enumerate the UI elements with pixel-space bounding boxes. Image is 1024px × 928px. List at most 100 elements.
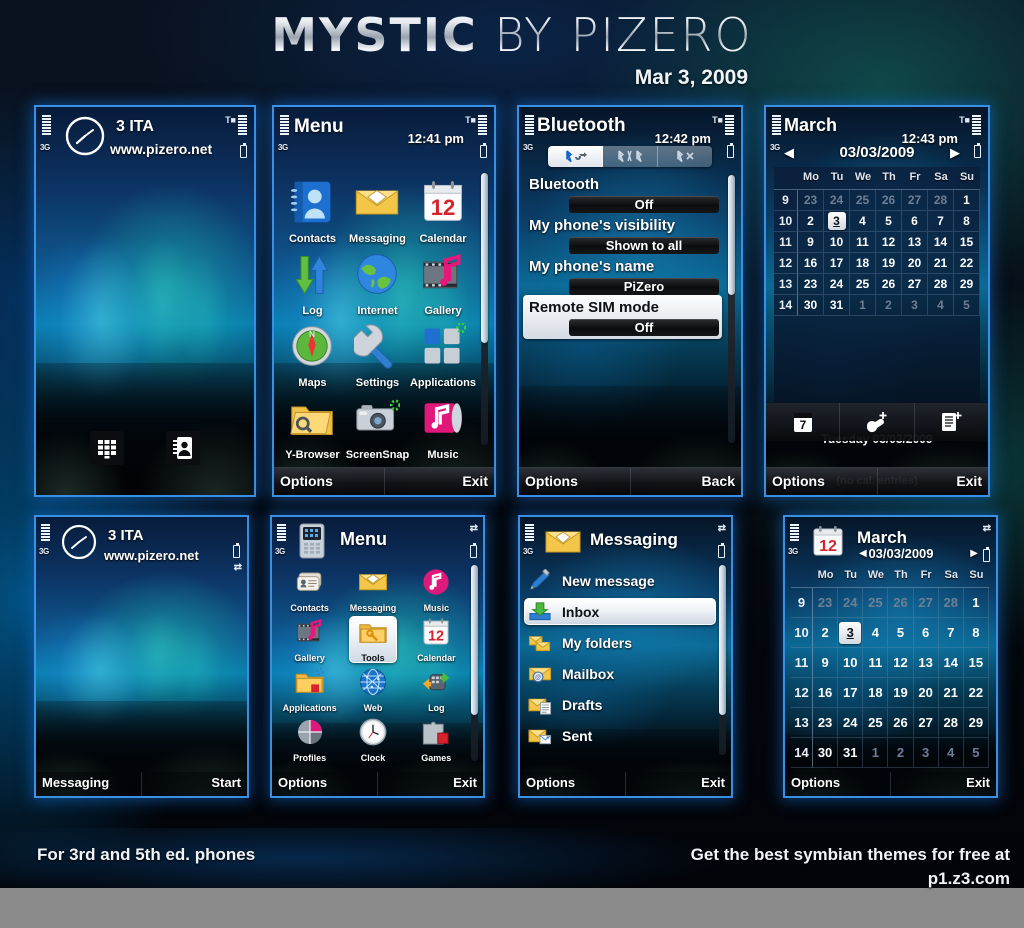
calendar-day[interactable]: 4 (850, 211, 876, 232)
menu-item-gallery[interactable]: Gallery (410, 247, 476, 319)
menu-item-messaging[interactable]: Messaging (341, 565, 404, 615)
calendar-day[interactable]: 20 (913, 678, 939, 708)
bluetooth-row-value[interactable]: Off (569, 196, 719, 213)
calendar-day[interactable]: 19 (888, 678, 914, 708)
calendar-day[interactable]: 4 (938, 738, 964, 768)
menu-item-profiles[interactable]: Profiles (278, 715, 341, 765)
calendar-day[interactable]: 27 (913, 708, 939, 738)
calendar-day[interactable]: 5 (954, 295, 980, 316)
calendar-day[interactable]: 2 (798, 211, 824, 232)
menu-item-contacts[interactable]: Contacts (278, 565, 341, 615)
calendar-toolbar[interactable]: 7 (766, 403, 988, 441)
menu-item-internet[interactable]: Internet (345, 247, 410, 319)
calendar-day[interactable]: 14 (938, 648, 964, 678)
softkey-left[interactable]: Options (766, 467, 877, 495)
menu-item-applications[interactable]: Applications (278, 665, 341, 715)
calendar-day[interactable]: 2 (876, 295, 902, 316)
calendar-day[interactable]: 15 (963, 648, 989, 678)
calendar-day[interactable]: 22 (954, 253, 980, 274)
calendar-day[interactable]: 18 (850, 253, 876, 274)
calendar-day[interactable]: 1 (954, 190, 980, 211)
screen-menu-5th[interactable]: 3G ⇄ Menu Contacts Messaging Music Gallery T… (272, 517, 483, 796)
calendar-day[interactable]: 26 (888, 588, 914, 618)
calendar-day[interactable]: 4 (928, 295, 954, 316)
calendar-day[interactable]: 11 (863, 648, 889, 678)
menu-grid[interactable]: Contacts Messaging Music Gallery Tools 12 Cale… (278, 565, 468, 765)
calendar-day[interactable]: 24 (824, 274, 850, 295)
calendar-day[interactable]: 5 (963, 738, 989, 768)
calendar-day[interactable]: 13 (902, 232, 928, 253)
menu-item-calendar[interactable]: 12 Calendar (410, 175, 476, 247)
menu-item-contacts[interactable]: Contacts (280, 175, 345, 247)
calendar-day[interactable]: 10 (838, 648, 864, 678)
menu-item-maps[interactable]: N Maps (280, 319, 345, 391)
calendar-day[interactable]: 17 (824, 253, 850, 274)
list-item-inbox[interactable]: Inbox (528, 600, 718, 624)
calendar-day[interactable]: 2 (813, 618, 839, 648)
screen-calendar-5th[interactable]: 3G ⇄ 12 March ◀ ▶ 03/03/2009 Mo Tu We Th Fr S… (785, 517, 996, 796)
calendar-day[interactable]: 24 (838, 588, 864, 618)
calendar-day[interactable]: 10 (824, 232, 850, 253)
menu-item-web[interactable]: Web (341, 665, 404, 715)
calendar-day[interactable]: 29 (963, 708, 989, 738)
calendar-day[interactable]: 25 (850, 274, 876, 295)
calendar-day[interactable]: 3 (902, 295, 928, 316)
calendar-day[interactable]: 28 (928, 190, 954, 211)
new-note-icon[interactable] (915, 403, 988, 441)
calendar-day[interactable]: 12 (888, 648, 914, 678)
list-item-new-message[interactable]: New message (528, 569, 718, 593)
calendar-day[interactable]: 8 (963, 618, 989, 648)
calendar-day[interactable]: 21 (928, 253, 954, 274)
softkey-right[interactable]: Exit (876, 467, 988, 495)
calendar-day[interactable]: 30 (798, 295, 824, 316)
calendar-day[interactable]: 24 (824, 190, 850, 211)
calendar-day[interactable]: 21 (938, 678, 964, 708)
calendar-day[interactable]: 28 (938, 588, 964, 618)
softkey-right[interactable]: Exit (383, 467, 494, 495)
screen-standby-3rd[interactable]: 3G T■ 3 ITA www.pizero.net (36, 107, 254, 495)
calendar-grid[interactable]: 9 23 24 25 26 27 28 1 10 2 3 4 5 6 7 8 11 9 10 11 12 13 14 15 12… (791, 587, 989, 768)
softkey-right[interactable]: Exit (890, 772, 996, 796)
menu-item-settings[interactable]: Settings (345, 319, 410, 391)
tab-bluetooth-paired[interactable] (603, 146, 658, 167)
screen-calendar-3rd[interactable]: 3G T■ March 12:43 pm ◀ ▶ 03/03/2009 Mo Tu… (766, 107, 988, 495)
list-item-mailbox[interactable]: @ Mailbox (528, 662, 718, 686)
bluetooth-tabs[interactable] (548, 146, 712, 167)
calendar-day[interactable]: 20 (902, 253, 928, 274)
calendar-day[interactable]: 16 (798, 253, 824, 274)
calendar-day[interactable]: 27 (902, 274, 928, 295)
calendar-day[interactable]: 6 (902, 211, 928, 232)
softkey-right[interactable]: Exit (377, 772, 483, 796)
softkey-right[interactable]: Back (629, 467, 741, 495)
new-meeting-icon[interactable] (840, 403, 915, 441)
calendar-day[interactable]: 23 (813, 708, 839, 738)
calendar-day[interactable]: 19 (876, 253, 902, 274)
calendar-day[interactable]: 23 (798, 274, 824, 295)
screen-standby-5th[interactable]: 3G ⇄ 3 ITA www.pizero.net Messaging Star… (36, 517, 247, 796)
scrollbar[interactable] (719, 565, 726, 755)
calendar-grid[interactable]: 9 23 24 25 26 27 28 1 10 2 3 4 5 6 7 8 11 9 10 11 12 13 14 15 12… (774, 189, 980, 316)
calendar-day[interactable]: 12 (876, 232, 902, 253)
calendar-day[interactable]: 30 (813, 738, 839, 768)
softkey-left[interactable]: Options (520, 772, 625, 796)
tab-bluetooth-settings[interactable] (548, 146, 603, 167)
menu-item-gallery[interactable]: Gallery (278, 615, 341, 665)
menu-item-y-browser[interactable]: Y-Browser (280, 391, 345, 463)
calendar-day[interactable]: 28 (938, 708, 964, 738)
calendar-day[interactable]: 13 (913, 648, 939, 678)
calendar-day[interactable]: 28 (928, 274, 954, 295)
screen-menu-3rd[interactable]: 3G T■ Menu 12:41 pm Contacts Messaging 12 C… (274, 107, 494, 495)
contacts-icon[interactable] (166, 431, 200, 465)
menu-item-log[interactable]: Log (280, 247, 345, 319)
scrollbar[interactable] (728, 175, 735, 443)
softkey-left[interactable]: Options (274, 467, 384, 495)
softkey-left[interactable]: Options (519, 467, 630, 495)
menu-item-games[interactable]: Games (405, 715, 468, 765)
list-item-drafts[interactable]: Drafts (528, 693, 718, 717)
calendar-day[interactable]: 5 (888, 618, 914, 648)
bluetooth-row-value[interactable]: Shown to all (569, 237, 719, 254)
calendar-day[interactable]: 25 (850, 190, 876, 211)
bluetooth-row-value[interactable]: PiZero (569, 278, 719, 295)
screen-bluetooth[interactable]: 3G T■ Bluetooth 12:42 pm Bluetooth Off M… (519, 107, 741, 495)
calendar-day[interactable]: 27 (902, 190, 928, 211)
